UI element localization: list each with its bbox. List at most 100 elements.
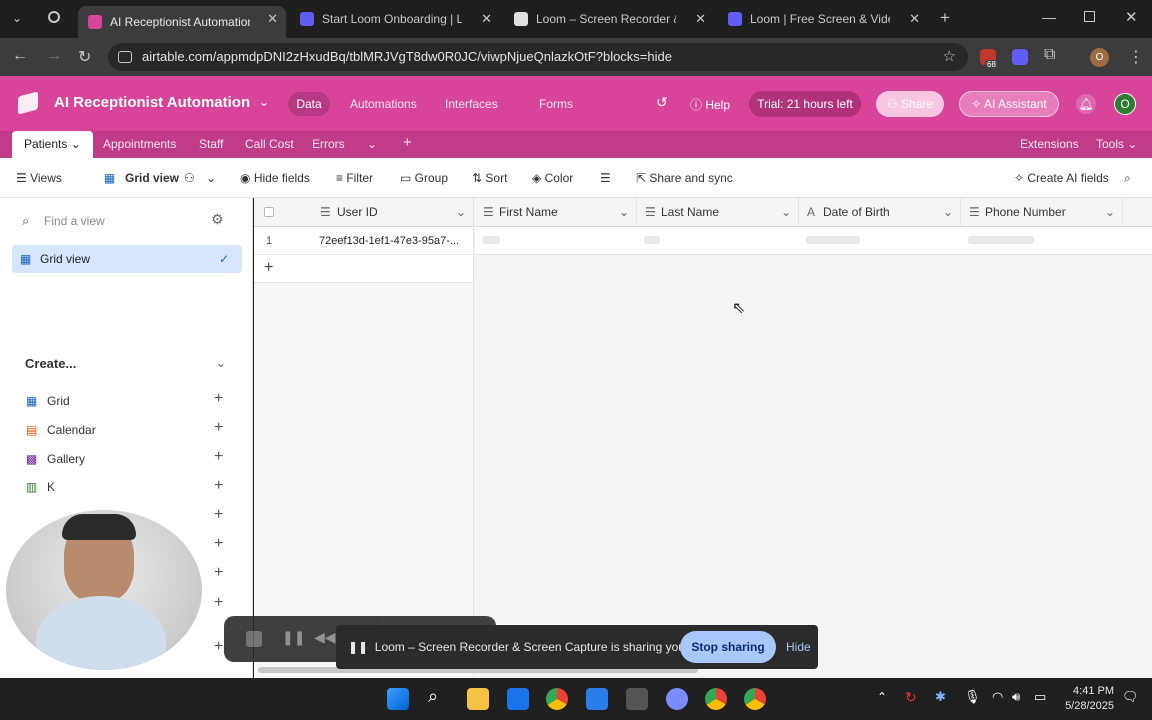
battery-icon[interactable]: ▭	[1034, 689, 1046, 705]
color-button[interactable]: ◈ Color	[532, 171, 573, 185]
share-button[interactable]: ⚇ Share	[876, 91, 944, 117]
filter-button[interactable]: ≡ Filter	[336, 171, 373, 185]
create-grid[interactable]: Grid	[47, 394, 70, 408]
find-view-input[interactable]: ⌕ Find a view	[16, 208, 236, 234]
loom-app-icon[interactable]	[666, 688, 688, 710]
search-icon[interactable]: ⌕	[1124, 171, 1131, 186]
hide-fields-button[interactable]: ◉ Hide fields	[240, 171, 310, 185]
forward-icon[interactable]: →	[46, 47, 62, 65]
table-row[interactable]: 1 72eef13d-1ef1-47e3-95a7-...	[254, 227, 474, 255]
record-icon[interactable]	[48, 11, 60, 23]
add-calendar-icon[interactable]: +	[214, 419, 223, 437]
app-icon[interactable]	[626, 688, 648, 710]
volume-icon[interactable]: 🔊︎	[1012, 689, 1020, 705]
restore-icon[interactable]	[1084, 11, 1095, 22]
collaborators-icon[interactable]: ⚇	[184, 171, 195, 185]
create-ai-fields-button[interactable]: ✧ Create AI fields	[1014, 171, 1109, 185]
group-button[interactable]: ▭ Group	[400, 171, 448, 185]
help-link[interactable]: ⓘ Help	[690, 96, 730, 113]
app-icon[interactable]	[586, 688, 608, 710]
more-tables-chevron-icon[interactable]: ⌄	[367, 137, 377, 151]
create-calendar[interactable]: Calendar	[47, 423, 96, 437]
select-all-checkbox[interactable]	[264, 207, 274, 217]
add-view-icon[interactable]: +	[214, 535, 223, 553]
add-view-icon[interactable]: +	[214, 638, 223, 656]
tab-loom-recorder[interactable]: Loom – Screen Recorder & Scre ✕	[504, 6, 714, 32]
table-tab-staff[interactable]: Staff	[199, 137, 223, 151]
restart-icon[interactable]: ◀◀	[314, 629, 336, 646]
chevron-down-icon[interactable]: ⌄	[206, 171, 216, 185]
close-icon[interactable]: ✕	[695, 11, 706, 27]
table-tab-errors[interactable]: Errors	[312, 137, 345, 151]
ai-assistant-button[interactable]: ✧ AI Assistant	[959, 91, 1059, 117]
add-row-button[interactable]: +	[254, 255, 474, 283]
share-sync-button[interactable]: ⇱ Share and sync	[636, 171, 733, 185]
add-view-icon[interactable]: +	[214, 564, 223, 582]
stop-sharing-button[interactable]: Stop sharing	[680, 631, 776, 663]
trial-badge[interactable]: Trial: 21 hours left	[749, 91, 861, 117]
chrome-profile-icon[interactable]	[744, 688, 766, 710]
tab-loom-free[interactable]: Loom | Free Screen & Video Re ✕	[718, 6, 928, 32]
user-id-cell[interactable]: 72eef13d-1ef1-47e3-95a7-...	[319, 227, 469, 255]
extensions-button[interactable]: Extensions	[1020, 137, 1079, 151]
close-icon[interactable]: ✕	[267, 11, 278, 27]
chrome-profile-icon[interactable]	[705, 688, 727, 710]
bookmark-star-icon[interactable]: ☆	[943, 43, 956, 71]
tab-loom-onboarding[interactable]: Start Loom Onboarding | Loom ✕	[290, 6, 500, 32]
table-tab-call-cost[interactable]: Call Cost	[245, 137, 294, 151]
search-icon[interactable]: ⌕	[428, 686, 438, 707]
create-section-title[interactable]: Create...	[25, 356, 76, 371]
back-icon[interactable]: ←	[12, 47, 28, 65]
windows-start-icon[interactable]	[387, 688, 409, 710]
nav-interfaces[interactable]: Interfaces	[445, 97, 498, 111]
webcam-bubble[interactable]	[6, 510, 202, 670]
chevron-down-icon[interactable]: ⌄	[1105, 198, 1115, 227]
nav-automations[interactable]: Automations	[350, 97, 417, 111]
base-name[interactable]: AI Receptionist Automation	[54, 94, 250, 111]
user-avatar[interactable]: O	[1114, 93, 1136, 115]
add-view-icon[interactable]: +	[214, 594, 223, 612]
address-bar[interactable]: airtable.com/appmdpDNI2zHxudBq/tblMRJVgT…	[108, 43, 968, 71]
column-header-last-name[interactable]: ☰ Last Name ⌄	[637, 198, 799, 227]
close-icon[interactable]: ✕	[909, 11, 920, 27]
stop-recording-icon[interactable]	[246, 631, 262, 647]
profile-avatar[interactable]: O	[1090, 48, 1109, 67]
loom-extension-icon[interactable]	[1012, 49, 1028, 65]
add-gallery-icon[interactable]: +	[214, 448, 223, 466]
history-icon[interactable]: ↺	[656, 94, 668, 111]
airtable-logo-icon[interactable]	[18, 91, 38, 115]
column-header-first-name[interactable]: ☰ First Name ⌄	[475, 198, 637, 227]
chevron-down-icon[interactable]: ⌄	[456, 198, 466, 227]
notification-bell-icon[interactable]: 🔔︎	[1076, 94, 1096, 114]
close-icon[interactable]: ✕	[481, 11, 492, 27]
column-header-more[interactable]	[1123, 198, 1152, 227]
file-explorer-icon[interactable]	[467, 688, 489, 710]
chevron-down-icon[interactable]: ⌄	[781, 198, 791, 227]
create-kanban[interactable]: K	[47, 480, 55, 494]
tab-airtable[interactable]: AI Receptionist Automation ✕	[78, 6, 286, 38]
create-gallery[interactable]: Gallery	[47, 452, 85, 466]
column-header-date-of-birth[interactable]: A Date of Birth ⌄	[799, 198, 961, 227]
site-info-icon[interactable]	[118, 51, 132, 63]
row-height-icon[interactable]: ☰	[600, 171, 611, 185]
chevron-down-icon[interactable]: ⌄	[216, 356, 226, 370]
system-clock[interactable]: 4:41 PM 5/28/2025	[1062, 684, 1114, 714]
menu-kebab-icon[interactable]: ⋮	[1128, 47, 1144, 67]
tab-search-icon[interactable]: ⌄	[12, 11, 22, 25]
column-header-phone-number[interactable]: ☰ Phone Number ⌄	[961, 198, 1123, 227]
nav-forms[interactable]: Forms	[539, 97, 573, 111]
table-tab-patients[interactable]: Patients ⌄	[12, 131, 93, 158]
bluetooth-icon[interactable]: ✱	[935, 689, 946, 705]
sidebar-item-grid-view[interactable]: ▦ Grid view ✓	[12, 245, 242, 273]
window-close-icon[interactable]: ✕	[1125, 8, 1138, 26]
column-header-user-id[interactable]: ☰ User ID ⌄	[254, 198, 474, 227]
gear-icon[interactable]: ⚙	[211, 211, 224, 228]
chevron-down-icon[interactable]: ⌄	[943, 198, 953, 227]
views-toggle[interactable]: ☰ Views	[16, 171, 62, 185]
chevron-up-icon[interactable]: ⌃	[877, 690, 887, 704]
wifi-icon[interactable]: ◠	[992, 689, 1003, 705]
notifications-icon[interactable]: 🗨︎	[1122, 689, 1139, 705]
chevron-down-icon[interactable]: ⌄	[619, 198, 629, 227]
outlook-icon[interactable]	[507, 688, 529, 710]
add-view-icon[interactable]: +	[214, 506, 223, 524]
